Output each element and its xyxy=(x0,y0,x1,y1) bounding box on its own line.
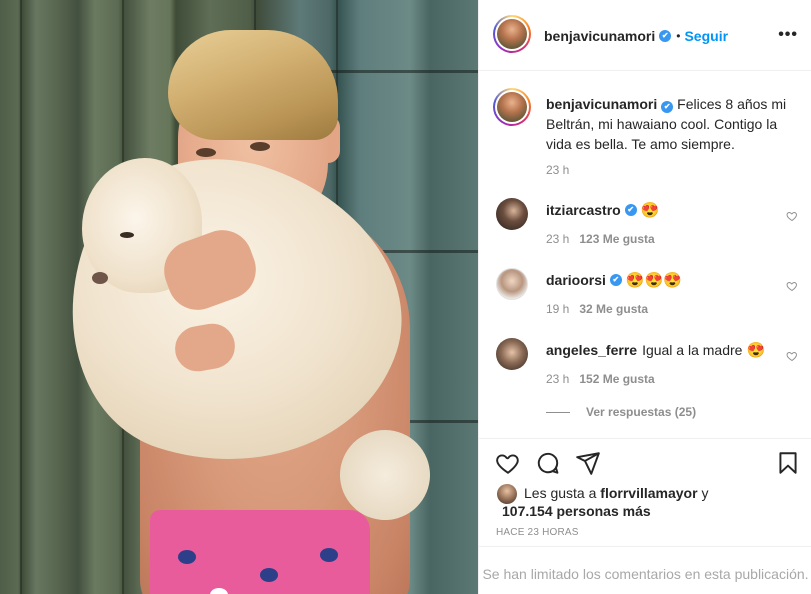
comment-heart-icon[interactable] xyxy=(786,280,798,292)
puppy-nose xyxy=(92,272,108,284)
bookmark-icon[interactable] xyxy=(775,450,801,476)
author-avatar[interactable] xyxy=(493,88,531,126)
comment-meta: 23 h 152 Me gusta xyxy=(546,372,655,386)
commenter-username[interactable]: itziarcastro xyxy=(546,202,621,218)
view-replies-button[interactable]: Ver respuestas (25) xyxy=(546,405,696,419)
comment-emoji: 😍😍😍 xyxy=(625,272,682,289)
comment-item: itziarcastro ✔ 😍 23 h 123 Me gusta xyxy=(493,198,798,254)
verified-badge-icon: ✔ xyxy=(624,204,637,216)
heart-icon[interactable] xyxy=(495,450,521,476)
comment-body: darioorsi ✔ 😍😍😍 xyxy=(546,271,682,289)
post-header: benjavicunamori ✔ • Seguir ••• xyxy=(479,0,811,71)
verified-badge-icon: ✔ xyxy=(609,274,622,286)
comment-text: Igual a la madre xyxy=(642,342,743,358)
liked-by-line: Les gusta a florrvillamayor y xyxy=(524,484,708,502)
comment-item: angeles_ferre Igual a la madre 😍 23 h 152… xyxy=(493,338,798,394)
boy-hair xyxy=(168,30,338,140)
comment-meta: 19 h 32 Me gusta xyxy=(546,302,648,316)
replies-divider xyxy=(546,411,570,413)
liker-username[interactable]: florrvillamayor xyxy=(600,485,697,501)
post-photo[interactable] xyxy=(0,0,478,594)
commenter-avatar[interactable] xyxy=(496,338,528,370)
view-replies-label: Ver respuestas (25) xyxy=(586,405,697,419)
verified-badge-icon: ✔ xyxy=(659,30,672,42)
comment-time[interactable]: 23 h xyxy=(546,372,569,386)
comments-limited-notice: Se han limitado los comentarios en esta … xyxy=(479,546,811,594)
boy-eye xyxy=(196,148,216,157)
follow-button[interactable]: Seguir xyxy=(684,28,728,44)
separator-dot: • xyxy=(676,29,681,43)
verified-badge-icon: ✔ xyxy=(661,101,674,113)
comment-heart-icon[interactable] xyxy=(786,350,798,362)
boy-eye xyxy=(250,142,270,151)
send-icon[interactable] xyxy=(575,450,601,476)
liker-avatar[interactable] xyxy=(497,484,517,504)
comment-emoji: 😍 xyxy=(640,202,660,219)
comment-item: darioorsi ✔ 😍😍😍 19 h 32 Me gusta xyxy=(493,268,798,324)
comment-likes[interactable]: 32 Me gusta xyxy=(579,302,648,316)
commenter-avatar[interactable] xyxy=(496,198,528,230)
post-timestamp[interactable]: Hace 23 horas xyxy=(496,527,579,538)
more-options-icon[interactable]: ••• xyxy=(778,26,798,44)
comment-meta: 23 h 123 Me gusta xyxy=(546,232,655,246)
author-username[interactable]: benjavicunamori xyxy=(544,28,655,44)
liked-by-conjunction: y xyxy=(701,485,709,501)
comment-likes[interactable]: 123 Me gusta xyxy=(579,232,654,246)
liked-by-prefix: Les gusta a xyxy=(524,485,597,501)
comment-body: angeles_ferre Igual a la madre 😍 xyxy=(546,341,765,359)
comment-likes[interactable]: 152 Me gusta xyxy=(579,372,654,386)
action-bar xyxy=(479,438,811,488)
puppy-eye xyxy=(120,232,134,238)
commenter-username[interactable]: darioorsi xyxy=(546,272,606,288)
likes-count[interactable]: 107.154 personas más xyxy=(502,502,651,520)
comment-heart-icon[interactable] xyxy=(786,210,798,222)
caption-username[interactable]: benjavicunamori xyxy=(546,96,657,112)
caption-text: benjavicunamori ✔ Felices 8 años mi Beltr… xyxy=(546,94,801,154)
comment-emoji: 😍 xyxy=(746,342,766,359)
comment-body: itziarcastro ✔ 😍 xyxy=(546,201,659,219)
author-avatar[interactable] xyxy=(493,15,531,53)
wood-seam xyxy=(20,0,22,594)
comment-time[interactable]: 23 h xyxy=(546,232,569,246)
comment-time[interactable]: 19 h xyxy=(546,302,569,316)
post-sidebar: benjavicunamori ✔ • Seguir ••• benjavicu… xyxy=(478,0,811,594)
commenter-avatar[interactable] xyxy=(496,268,528,300)
caption-time[interactable]: 23 h xyxy=(546,163,569,177)
commenter-username[interactable]: angeles_ferre xyxy=(546,342,637,358)
author-info: benjavicunamori ✔ • Seguir xyxy=(544,28,728,44)
comment-icon[interactable] xyxy=(535,450,561,476)
pink-shorts xyxy=(150,510,370,594)
